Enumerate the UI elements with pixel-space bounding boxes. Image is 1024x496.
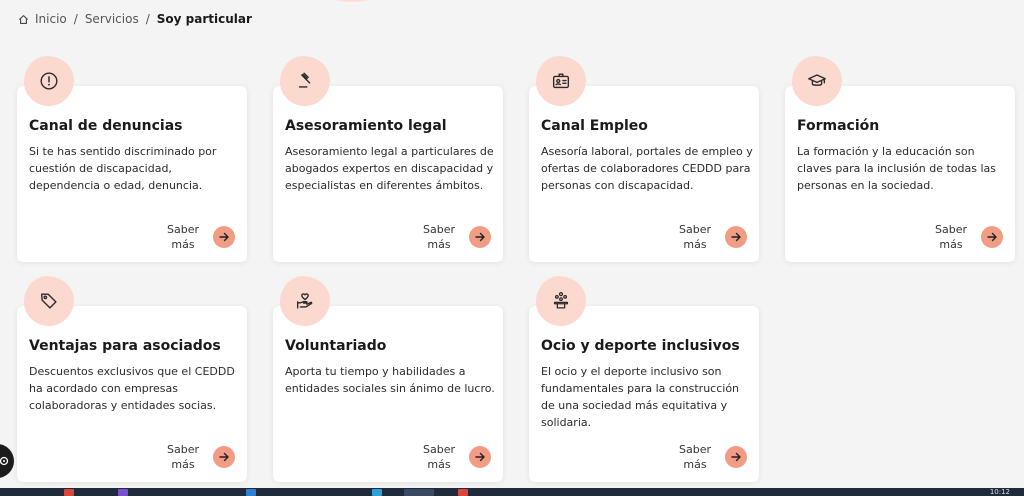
saber-mas-link[interactable]: Saber más	[165, 442, 235, 472]
card-title: Canal de denuncias	[29, 118, 183, 134]
card-title: Ventajas para asociados	[29, 338, 221, 354]
arrow-right-icon[interactable]	[725, 226, 747, 248]
arrow-right-icon[interactable]	[725, 446, 747, 468]
decorative-blob	[322, 0, 382, 2]
breadcrumb-link-servicios[interactable]: Servicios	[85, 12, 139, 26]
card-title: Asesoramiento legal	[285, 118, 447, 134]
card-description: Asesoramiento legal a particulares de ab…	[285, 145, 494, 192]
tag-icon	[24, 276, 74, 326]
card-title: Canal Empleo	[541, 118, 648, 134]
card-title: Ocio y deporte inclusivos	[541, 338, 740, 354]
taskbar-app-icon[interactable]	[64, 489, 74, 496]
saber-mas-label[interactable]: Saber más	[165, 222, 201, 252]
arrow-right-icon[interactable]	[469, 226, 491, 248]
saber-mas-label[interactable]: Saber más	[165, 442, 201, 472]
saber-mas-label[interactable]: Saber más	[421, 222, 457, 252]
service-card-canal-denuncias[interactable]: Canal de denuncias Si te has sentido dis…	[17, 56, 247, 262]
team-podium-icon	[536, 276, 586, 326]
saber-mas-label[interactable]: Saber más	[677, 222, 713, 252]
saber-mas-link[interactable]: Saber más	[677, 442, 747, 472]
taskbar-app-icon[interactable]	[372, 489, 382, 496]
saber-mas-label[interactable]: Saber más	[421, 442, 457, 472]
service-card-voluntariado[interactable]: Voluntariado Aporta tu tiempo y habilida…	[273, 276, 503, 482]
card-description: Si te has sentido discriminado por cuest…	[29, 145, 217, 192]
card-description: La formación y la educación son claves p…	[797, 145, 996, 192]
id-card-icon	[536, 56, 586, 106]
accessibility-widget-button[interactable]	[0, 444, 14, 478]
breadcrumb-separator: /	[145, 12, 150, 26]
card-description: El ocio y el deporte inclusivo son funda…	[541, 365, 740, 429]
home-icon[interactable]	[18, 14, 29, 25]
arrow-right-icon[interactable]	[981, 226, 1003, 248]
breadcrumb-link-inicio[interactable]: Inicio	[35, 12, 67, 26]
service-card-asesoramiento-legal[interactable]: Asesoramiento legal Asesoramiento legal …	[273, 56, 503, 262]
arrow-right-icon[interactable]	[469, 446, 491, 468]
card-title: Formación	[797, 118, 880, 134]
taskbar-clock: 10:12	[989, 488, 1010, 496]
service-card-ventajas-asociados[interactable]: Ventajas para asociados Descuentos exclu…	[17, 276, 247, 482]
breadcrumb-current: Soy particular	[156, 12, 252, 26]
taskbar-app-icon[interactable]	[118, 489, 128, 496]
saber-mas-link[interactable]: Saber más	[421, 442, 491, 472]
heart-hand-icon	[280, 276, 330, 326]
breadcrumb: Inicio / Servicios / Soy particular	[18, 11, 252, 27]
widget-icon	[0, 456, 9, 466]
card-description: Descuentos exclusivos que el CEDDD ha ac…	[29, 365, 235, 412]
service-card-canal-empleo[interactable]: Canal Empleo Asesoría laboral, portales …	[529, 56, 759, 262]
taskbar-app-icon[interactable]	[246, 489, 256, 496]
card-title: Voluntariado	[285, 338, 387, 354]
saber-mas-link[interactable]: Saber más	[165, 222, 235, 252]
os-taskbar: 10:12	[0, 488, 1024, 496]
arrow-right-icon[interactable]	[213, 446, 235, 468]
service-card-ocio-deporte[interactable]: Ocio y deporte inclusivos El ocio y el d…	[529, 276, 759, 482]
card-description: Aporta tu tiempo y habilidades a entidad…	[285, 365, 495, 395]
taskbar-app-icon[interactable]	[458, 489, 468, 496]
page: Inicio / Servicios / Soy particular Cana…	[0, 0, 1024, 488]
arrow-right-icon[interactable]	[213, 226, 235, 248]
taskbar-app-icon-active[interactable]	[404, 489, 434, 496]
service-card-formacion[interactable]: Formación La formación y la educación so…	[785, 56, 1015, 262]
saber-mas-label[interactable]: Saber más	[677, 442, 713, 472]
saber-mas-label[interactable]: Saber más	[933, 222, 969, 252]
graduation-cap-icon	[792, 56, 842, 106]
saber-mas-link[interactable]: Saber más	[677, 222, 747, 252]
saber-mas-link[interactable]: Saber más	[933, 222, 1003, 252]
alert-circle-icon	[24, 56, 74, 106]
saber-mas-link[interactable]: Saber más	[421, 222, 491, 252]
breadcrumb-separator: /	[73, 12, 78, 26]
gavel-icon	[280, 56, 330, 106]
card-description: Asesoría laboral, portales de empleo y o…	[541, 145, 753, 192]
